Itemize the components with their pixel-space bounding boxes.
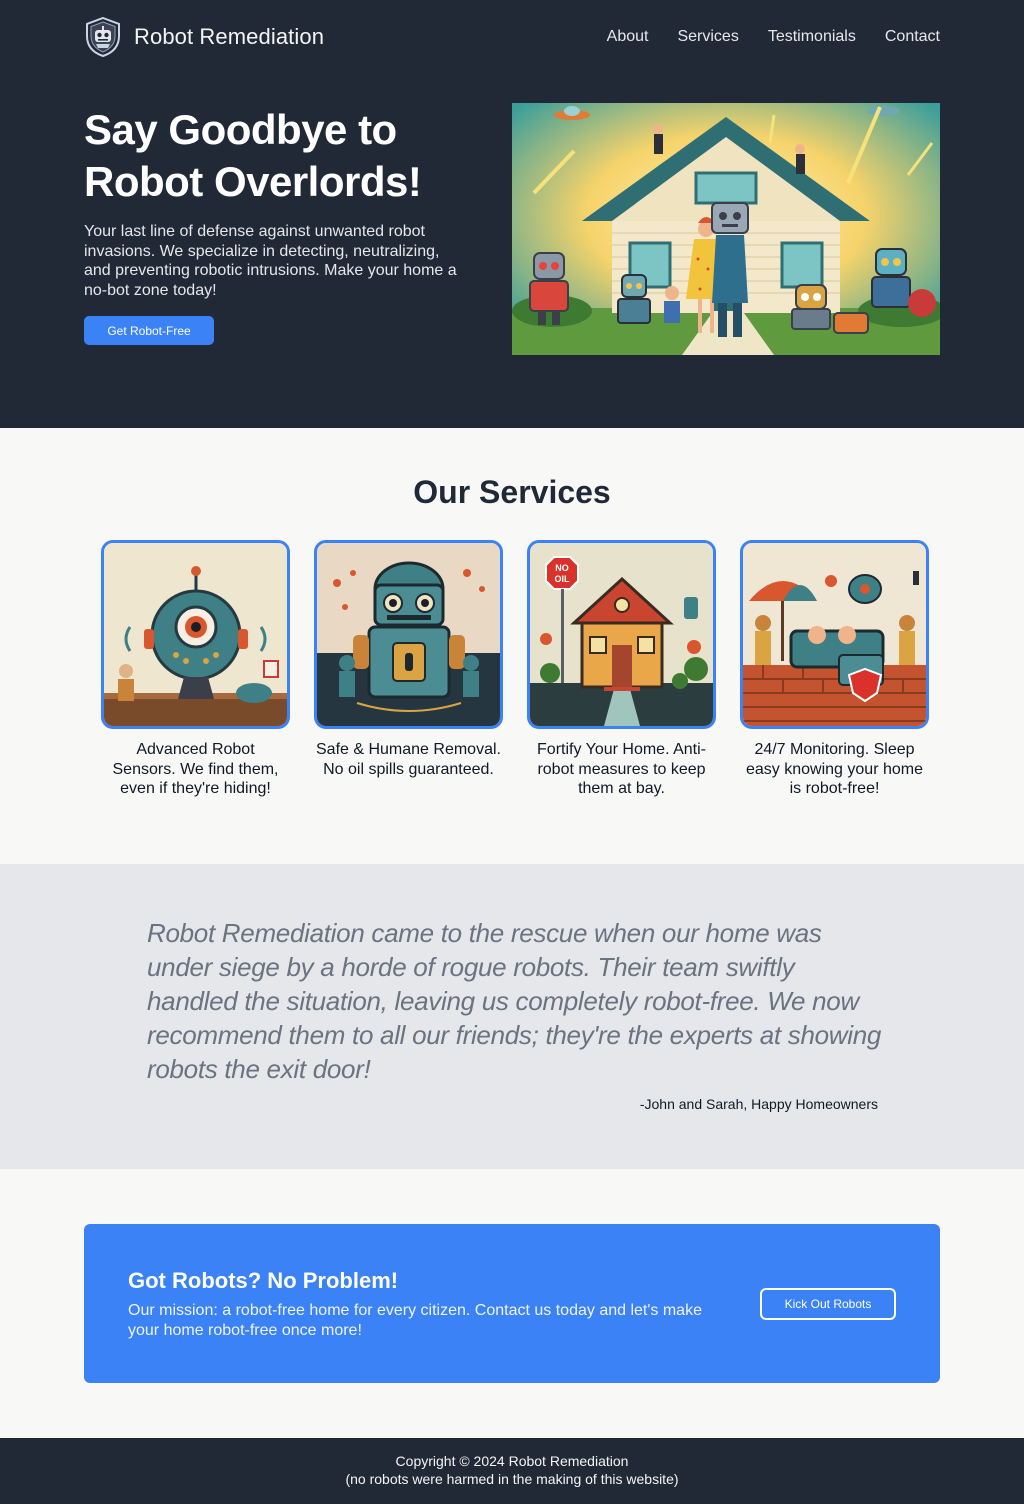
- hero-title-line1: Say Goodbye to: [84, 106, 397, 153]
- nav-links: About Services Testimonials Contact: [607, 28, 940, 46]
- top-nav: Robot Remediation About Services Testimo…: [84, 16, 940, 58]
- sensor-robot-illustration: [101, 540, 290, 729]
- service-text-monitoring: 24/7 Monitoring. Sleep easy knowing your…: [746, 741, 923, 797]
- no-oil-sign-line2: OIL: [555, 574, 571, 584]
- services-title: Our Services: [413, 474, 611, 510]
- service-text-removal: Safe & Humane Removal. No oil spills gua…: [316, 741, 501, 778]
- testimonial-section: Robot Remediation came to the rescue whe…: [0, 864, 1024, 1169]
- brand-name: Robot Remediation: [134, 24, 325, 49]
- nav-about[interactable]: About: [607, 28, 649, 46]
- shield-robot-icon: [86, 16, 120, 58]
- testimonial-author: -John and Sarah, Happy Homeowners: [639, 1096, 878, 1112]
- footer-copyright: Copyright © 2024 Robot Remediation: [395, 1453, 629, 1469]
- nav-testimonials[interactable]: Testimonials: [768, 28, 856, 46]
- monitoring-guards-illustration: [740, 540, 929, 729]
- kick-out-robots-button[interactable]: Kick Out Robots: [760, 1288, 896, 1320]
- service-card-monitoring: 24/7 Monitoring. Sleep easy knowing your…: [740, 540, 929, 799]
- service-card-fortify: NO OIL Fortify Your Home. Anti-robot mea…: [527, 540, 716, 799]
- service-cards: Advanced Robot Sensors. We find them, ev…: [101, 540, 929, 799]
- service-card-removal: Safe & Humane Removal. No oil spills gua…: [314, 540, 503, 799]
- service-text-sensors: Advanced Robot Sensors. We find them, ev…: [112, 741, 279, 797]
- brand[interactable]: Robot Remediation: [84, 16, 324, 58]
- footer-note: (no robots were harmed in the making of …: [345, 1470, 679, 1487]
- fortified-house-illustration: NO OIL: [527, 540, 716, 729]
- service-text-fortify: Fortify Your Home. Anti-robot measures t…: [537, 741, 706, 797]
- hero-title-line2: Robot Overlords!: [84, 158, 422, 205]
- hero-copy: Say Goodbye to Robot Overlords! Your las…: [84, 104, 474, 345]
- hero-title: Say Goodbye to Robot Overlords!: [84, 104, 474, 208]
- cta-text: Our mission: a robot-free home for every…: [128, 1302, 702, 1339]
- nav-contact[interactable]: Contact: [885, 28, 940, 46]
- get-robot-free-button[interactable]: Get Robot-Free: [84, 316, 214, 345]
- cta-title: Got Robots? No Problem!: [128, 1268, 399, 1293]
- nav-services[interactable]: Services: [677, 28, 738, 46]
- hero-section: Robot Remediation About Services Testimo…: [0, 0, 1024, 428]
- cta-section: Got Robots? No Problem! Our mission: a r…: [0, 1169, 1024, 1438]
- removal-robot-illustration: [314, 540, 503, 729]
- hero-image: [512, 103, 940, 355]
- cta-box: Got Robots? No Problem! Our mission: a r…: [84, 1224, 940, 1383]
- footer: Copyright © 2024 Robot Remediation (no r…: [0, 1438, 1024, 1504]
- service-card-sensors: Advanced Robot Sensors. We find them, ev…: [101, 540, 290, 799]
- no-oil-sign-line1: NO: [555, 563, 569, 573]
- hero-text: Your last line of defense against unwant…: [84, 223, 457, 299]
- testimonial-quote: Robot Remediation came to the rescue whe…: [147, 918, 882, 1084]
- services-section: Our Services Advanced Robot Sensors. We …: [0, 428, 1024, 864]
